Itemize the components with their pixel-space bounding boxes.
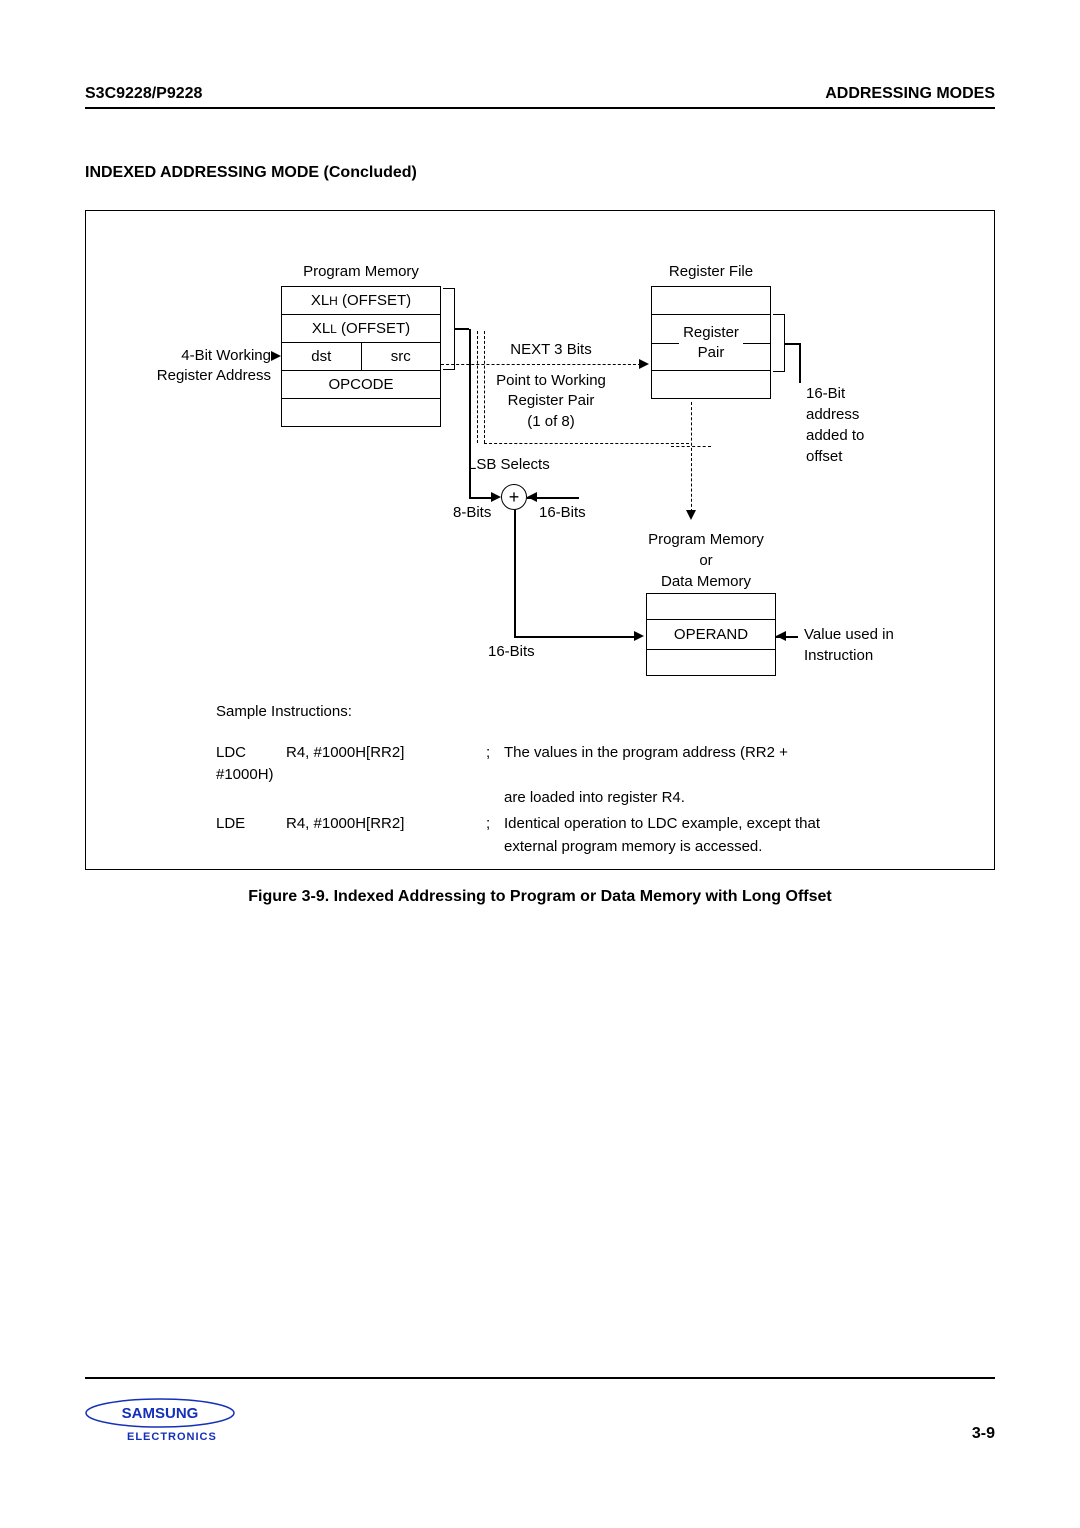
pm-blank-row: [282, 399, 440, 427]
arrow-to-operand-icon: [634, 631, 644, 641]
memory-table: OPERAND: [646, 593, 776, 676]
pm-bracket: [443, 288, 455, 370]
xlh-suffix: (OFFSET): [338, 292, 411, 309]
sample-row-1: LDC R4, #1000H[RR2] ; The values in the …: [216, 742, 954, 765]
line-adder-down: [514, 510, 516, 636]
xll-row: XLL (OFFSET): [282, 315, 440, 343]
register-file-table: Register Pair: [651, 286, 771, 399]
sample-title: Sample Instructions:: [216, 701, 954, 724]
electronics-label: ELECTRONICS: [127, 1431, 235, 1443]
ldc-sub: #1000H): [216, 764, 954, 787]
xlh-prefix: XL: [311, 292, 329, 309]
dst-src-row: dst src: [282, 343, 440, 371]
register-pair-label: Register Pair: [679, 323, 743, 362]
lde-operands: R4, #1000H[RR2]: [286, 813, 486, 858]
sample-row-2: LDE R4, #1000H[RR2] ; Identical operatio…: [216, 813, 954, 858]
program-memory-title: Program Memory: [281, 263, 441, 280]
rf-blank-top: [652, 287, 770, 315]
register-pair: Register Pair: [652, 315, 770, 371]
figure-caption: Figure 3-9. Indexed Addressing to Progra…: [85, 888, 995, 906]
operand-cell: OPERAND: [647, 620, 775, 650]
lde-comment: Identical operation to LDC example, exce…: [504, 813, 954, 858]
mem-blank-bot: [647, 650, 775, 676]
arrow-into-adder-right-icon: [527, 492, 537, 502]
samsung-logo: SAMSUNG ELECTRONICS: [85, 1397, 235, 1443]
dash-cross: [671, 446, 711, 447]
program-memory-table: XLH (OFFSET) XLL (OFFSET) dst src OPCODE: [281, 286, 441, 427]
mem-blank-top: [647, 594, 775, 620]
adder-circle: +: [501, 484, 527, 510]
dash-regpair-down: [691, 402, 692, 512]
lde-mnemonic: LDE: [216, 813, 286, 858]
line-rfbracket-down: [799, 343, 801, 383]
page-footer: SAMSUNG ELECTRONICS 3-9: [85, 1377, 995, 1443]
page-number: 3-9: [972, 1425, 995, 1443]
eight-bits-label: 8-Bits: [453, 504, 491, 521]
dst-cell: dst: [282, 343, 362, 370]
sample-instructions: Sample Instructions: LDC R4, #1000H[RR2]…: [216, 701, 954, 858]
opcode-row: OPCODE: [282, 371, 440, 399]
rf-bracket: [773, 314, 785, 372]
value-used-label: Value used in Instruction: [804, 624, 974, 666]
dash-bottom: [484, 443, 689, 444]
line-pm-down: [469, 329, 471, 497]
pm-or-dm-label: Program Memory or Data Memory: [606, 529, 806, 592]
register-file-title: Register File: [646, 263, 776, 280]
ldc-semicolon: ;: [486, 742, 504, 765]
rf-blank-bot: [652, 371, 770, 399]
rf-bracket-mid: [785, 343, 799, 345]
xll-small: L: [330, 322, 337, 336]
pm-bracket-mid: [455, 328, 469, 330]
xlh-small: H: [329, 294, 338, 308]
next-3-bits-label: NEXT 3 Bits: [481, 341, 621, 358]
xll-prefix: XL: [312, 320, 330, 337]
lde-semicolon: ;: [486, 813, 504, 858]
point-to-working-label: Point to Working Register Pair (1 of 8): [481, 371, 621, 432]
xll-suffix: (OFFSET): [337, 320, 410, 337]
section-title: INDEXED ADDRESSING MODE (Concluded): [85, 164, 995, 182]
arrow-regpair-down-icon: [686, 510, 696, 520]
sixteen-bits-label-a: 16-Bits: [539, 504, 586, 521]
sixteen-bit-note: 16-Bit address added to offset: [806, 383, 936, 467]
sixteen-bits-label-b: 16-Bits: [488, 643, 535, 660]
src-cell: src: [362, 343, 441, 370]
arrow-into-adder-left-icon: [491, 492, 501, 502]
ldc-mnemonic: LDC: [216, 742, 286, 765]
line-to-operand: [514, 636, 636, 638]
header-right: ADDRESSING MODES: [825, 85, 995, 103]
arrow-next3-icon: [639, 359, 649, 369]
samsung-logo-icon: SAMSUNG: [85, 1397, 235, 1429]
dash-next3: [441, 364, 641, 365]
ldc-operands: R4, #1000H[RR2]: [286, 742, 486, 765]
svg-text:SAMSUNG: SAMSUNG: [122, 1405, 199, 1422]
arrow-value-icon: [776, 631, 786, 641]
lsb-selects-label: LSB Selects: [468, 456, 550, 473]
xlh-row: XLH (OFFSET): [282, 287, 440, 315]
ldc-comment-2: are loaded into register R4.: [504, 787, 954, 810]
ldc-comment: The values in the program address (RR2 +: [504, 742, 954, 765]
line-pm-right: [469, 497, 493, 499]
dash-v-left: [477, 331, 478, 443]
page-header: S3C9228/P9228 ADDRESSING MODES: [85, 85, 995, 109]
working-reg-label: 4-Bit Working Register Address: [101, 346, 271, 387]
figure-box: Program Memory XLH (OFFSET) XLL (OFFSET)…: [85, 210, 995, 870]
header-left: S3C9228/P9228: [85, 85, 202, 103]
arrow-into-dst-icon: [271, 351, 281, 361]
